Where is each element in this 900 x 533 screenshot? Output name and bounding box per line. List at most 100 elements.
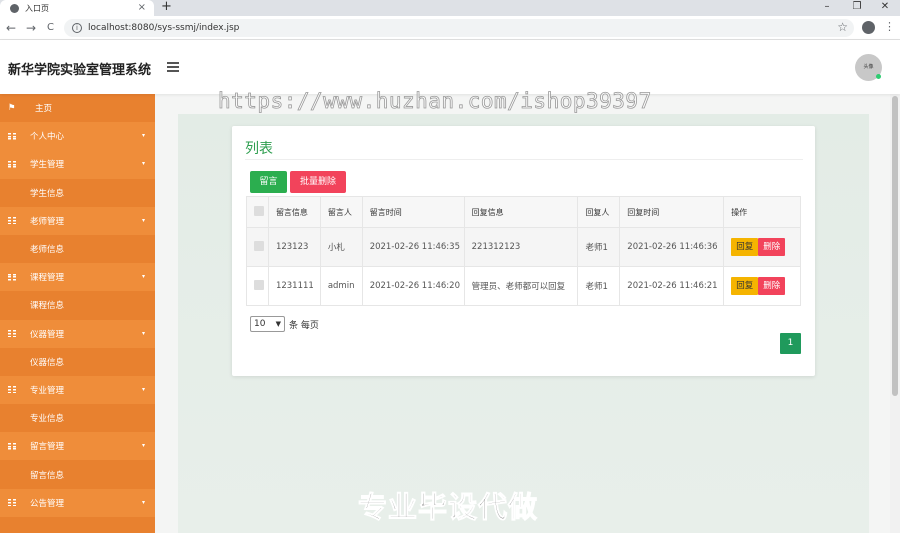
- sidebar-item[interactable]: 留言信息: [0, 460, 155, 489]
- minimize-icon[interactable]: –: [812, 0, 842, 16]
- sidebar-item[interactable]: 专业管理 ▾: [0, 375, 155, 405]
- sidebar-item[interactable]: 老师管理 ▾: [0, 206, 155, 235]
- table-header-row: 留言信息 留言人 留言时间 回复信息 回复人 回复时间 操作: [246, 196, 801, 228]
- column-header[interactable]: 留言人: [319, 196, 363, 228]
- cell-message: 123123: [267, 227, 321, 267]
- chevron-down-icon: ▼: [275, 320, 281, 328]
- chevron-down-icon: ▾: [141, 329, 145, 337]
- column-header[interactable]: 回复时间: [619, 196, 725, 228]
- app-header: 新华学院实验室管理系统 头像: [0, 40, 900, 94]
- scrollbar-thumb[interactable]: [892, 96, 898, 396]
- column-header: 操作: [723, 196, 801, 228]
- column-header[interactable]: 留言信息: [267, 196, 321, 228]
- sidebar-item[interactable]: 专业信息: [0, 404, 155, 433]
- sidebar-item[interactable]: 学生信息: [0, 178, 155, 207]
- sidebar-item[interactable]: 课程管理 ▾: [0, 263, 155, 292]
- reply-button[interactable]: 回复: [731, 277, 759, 295]
- url-text[interactable]: localhost:8080/sys-ssmj/index.jsp: [88, 23, 239, 33]
- sidebar: ⚑ 主页 个人中心 ▾ 学生管理 ▾ 学生信息 老师管理 ▾ 老师信息 课程管理 ▾ 课程信息 仪器管…: [0, 94, 155, 533]
- column-header[interactable]: 留言时间: [361, 196, 465, 228]
- sidebar-item-label: 课程管理: [30, 273, 65, 284]
- cell-reply: 管理员、老师都可以回复: [463, 266, 579, 306]
- page-size-select[interactable]: 10 ▼: [250, 316, 285, 332]
- cell-reply-time: 2021-02-26 11:46:21: [619, 266, 725, 306]
- chevron-down-icon: ▾: [141, 498, 145, 506]
- list-icon: [8, 499, 16, 507]
- sidebar-item-label: 公告管理: [30, 498, 65, 509]
- delete-button[interactable]: 删除: [758, 238, 786, 256]
- sidebar-item[interactable]: 课程信息: [0, 291, 155, 320]
- list-icon: [8, 386, 16, 394]
- chevron-down-icon: ▾: [141, 160, 145, 168]
- list-icon: [8, 132, 16, 140]
- sidebar-item-label: 老师管理: [30, 216, 65, 227]
- cell-actions: 回复 删除: [723, 266, 801, 306]
- menu-toggle-icon[interactable]: [167, 62, 179, 72]
- select-all-checkbox[interactable]: [254, 206, 264, 216]
- cell-actions: 回复 删除: [723, 227, 801, 267]
- add-message-button[interactable]: 留言: [250, 171, 287, 193]
- cell-author: admin: [319, 266, 363, 306]
- list-icon: [8, 442, 16, 450]
- chevron-down-icon: ▾: [141, 385, 145, 393]
- page-size-value: 10: [254, 319, 266, 329]
- column-header[interactable]: 回复人: [577, 196, 621, 228]
- divider: [245, 159, 803, 160]
- list-icon: [8, 330, 16, 338]
- row-select-cell: [246, 227, 269, 267]
- info-icon[interactable]: i: [72, 23, 82, 33]
- list-icon: [8, 273, 16, 281]
- batch-delete-button[interactable]: 批量删除: [290, 171, 346, 193]
- sidebar-item[interactable]: 学生管理 ▾: [0, 150, 155, 179]
- globe-icon: [10, 3, 19, 13]
- reload-icon[interactable]: C: [47, 20, 54, 36]
- app-title: 新华学院实验室管理系统: [8, 63, 152, 78]
- list-icon: [8, 217, 16, 225]
- browser-toolbar: ← → C i localhost:8080/sys-ssmj/index.js…: [0, 16, 900, 40]
- browser-menu-icon[interactable]: ⋮: [884, 20, 895, 33]
- sidebar-item-label: 个人中心: [30, 132, 65, 143]
- table-row: 123123 小札 2021-02-26 11:46:35 221312123 …: [246, 227, 801, 267]
- bookmark-star-icon[interactable]: ☆: [837, 20, 848, 34]
- sidebar-item-label: 老师信息: [30, 245, 65, 256]
- restore-icon[interactable]: ❐: [842, 0, 872, 16]
- card-title: 列表: [245, 141, 273, 157]
- chevron-down-icon: ▾: [141, 216, 145, 224]
- sidebar-item[interactable]: 仪器信息: [0, 347, 155, 376]
- browser-tab[interactable]: 入口页 ×: [0, 0, 154, 16]
- sidebar-item-label: 仪器信息: [30, 357, 65, 368]
- delete-button[interactable]: 删除: [758, 277, 786, 295]
- forward-icon[interactable]: →: [26, 20, 36, 36]
- cell-author: 小札: [319, 227, 363, 267]
- back-icon[interactable]: ←: [6, 20, 16, 36]
- sidebar-item-label: 学生信息: [30, 188, 65, 199]
- row-checkbox[interactable]: [254, 279, 264, 290]
- row-checkbox[interactable]: [254, 240, 264, 251]
- list-card: 列表 留言 批量删除 留言信息 留言人 留言时间 回复信息 回复人 回复时间 操…: [232, 126, 815, 376]
- sidebar-item[interactable]: 公告管理 ▾: [0, 488, 155, 517]
- sidebar-item[interactable]: 老师信息: [0, 234, 155, 264]
- chevron-down-icon: ▾: [141, 273, 145, 281]
- sidebar-item[interactable]: 个人中心 ▾: [0, 122, 155, 151]
- sidebar-item[interactable]: 仪器管理 ▾: [0, 319, 155, 348]
- new-tab-icon[interactable]: +: [161, 0, 172, 14]
- address-bar[interactable]: i localhost:8080/sys-ssmj/index.jsp ☆: [64, 19, 854, 37]
- pagination-page-button[interactable]: 1: [780, 333, 801, 354]
- sidebar-item-label: 主页: [35, 104, 53, 115]
- sidebar-item-label: 仪器管理: [30, 329, 65, 340]
- footer-watermark: 专业毕设代做: [357, 490, 539, 525]
- reply-button[interactable]: 回复: [731, 238, 759, 256]
- close-window-icon[interactable]: ✕: [870, 0, 900, 16]
- sidebar-item[interactable]: 留言管理 ▾: [0, 432, 155, 461]
- watermark-text: https://www.huzhan.com/ishop39397: [218, 89, 652, 114]
- messages-table: 留言信息 留言人 留言时间 回复信息 回复人 回复时间 操作 123123 小札…: [246, 196, 801, 306]
- tab-close-icon[interactable]: ×: [138, 2, 146, 13]
- browser-tabbar: 入口页 × + – ❐ ✕: [0, 0, 900, 16]
- list-icon: [8, 160, 16, 168]
- row-select-cell: [246, 266, 269, 306]
- column-header[interactable]: 回复信息: [463, 196, 579, 228]
- sidebar-item-home[interactable]: ⚑ 主页: [0, 94, 155, 123]
- account-icon[interactable]: [862, 21, 875, 34]
- chevron-down-icon: ▾: [141, 442, 145, 450]
- cell-time: 2021-02-26 11:46:20: [361, 266, 465, 306]
